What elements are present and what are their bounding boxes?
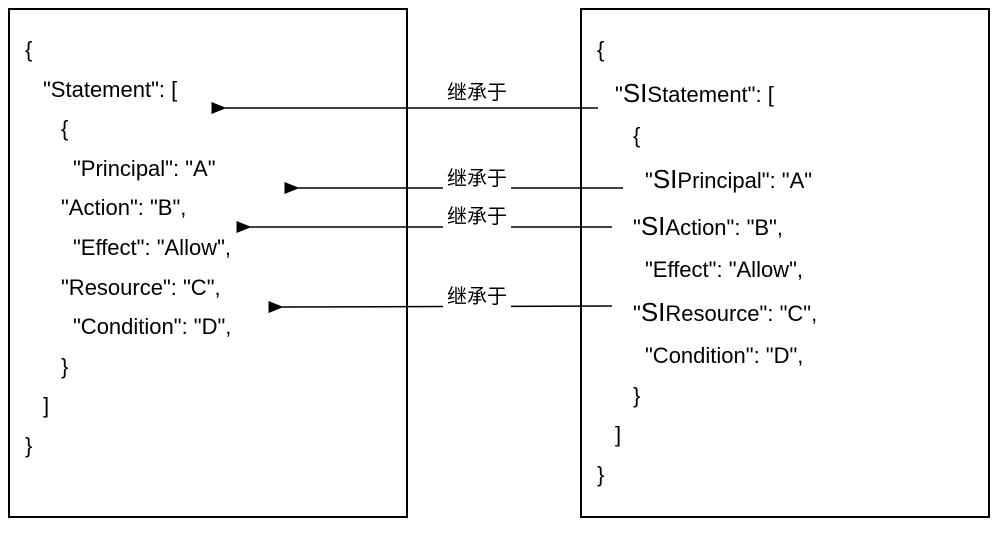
right-action-rest: Action": "B", bbox=[665, 215, 783, 240]
arrow-label-principal: 继承于 bbox=[443, 162, 511, 191]
right-line-condition: "Condition": "D", bbox=[597, 336, 973, 376]
left-json-box: { "Statement": [ { "Principal": "A" "Act… bbox=[8, 8, 408, 518]
right-line-array-close: ] bbox=[597, 415, 973, 455]
left-line-action: "Action": "B", bbox=[25, 188, 391, 228]
left-line-open-brace: { bbox=[25, 30, 391, 70]
right-line-open-brace: { bbox=[597, 30, 973, 70]
right-line-inner-close: } bbox=[597, 376, 973, 416]
left-line-resource: "Resource": "C", bbox=[25, 268, 391, 308]
right-line-close-brace: } bbox=[597, 455, 973, 495]
right-line-inner-open: { bbox=[597, 116, 973, 156]
right-line-effect: "Effect": "Allow", bbox=[597, 250, 973, 290]
arrow-label-resource: 继承于 bbox=[443, 280, 511, 309]
right-statement-rest: Statement": [ bbox=[647, 82, 773, 107]
arrow-label-action: 继承于 bbox=[443, 200, 511, 229]
si-prefix-principal: SI bbox=[653, 164, 678, 194]
right-resource-rest: Resource": "C", bbox=[665, 301, 817, 326]
right-quote: " bbox=[645, 168, 653, 193]
right-line-statement: "SIStatement": [ bbox=[597, 70, 973, 117]
right-line-action: "SIAction": "B", bbox=[597, 203, 973, 250]
left-line-statement: "Statement": [ bbox=[25, 70, 391, 110]
left-line-close-brace: } bbox=[25, 426, 391, 466]
arrow-label-statement: 继承于 bbox=[443, 76, 511, 105]
right-principal-rest: Principal": "A" bbox=[677, 168, 812, 193]
left-line-principal: "Principal": "A" bbox=[25, 149, 391, 189]
right-line-principal: "SIPrincipal": "A" bbox=[597, 156, 973, 203]
right-line-resource: "SIResource": "C", bbox=[597, 289, 973, 336]
right-json-box: { "SIStatement": [ { "SIPrincipal": "A" … bbox=[580, 8, 990, 518]
right-quote: " bbox=[633, 301, 641, 326]
left-line-inner-close: } bbox=[25, 347, 391, 387]
si-prefix-action: SI bbox=[641, 211, 666, 241]
si-prefix-resource: SI bbox=[641, 297, 666, 327]
si-prefix-statement: SI bbox=[623, 78, 648, 108]
left-line-condition: "Condition": "D", bbox=[25, 307, 391, 347]
left-line-inner-open: { bbox=[25, 109, 391, 149]
right-quote: " bbox=[615, 82, 623, 107]
right-quote: " bbox=[633, 215, 641, 240]
left-line-array-close: ] bbox=[25, 386, 391, 426]
left-line-effect: "Effect": "Allow", bbox=[25, 228, 391, 268]
